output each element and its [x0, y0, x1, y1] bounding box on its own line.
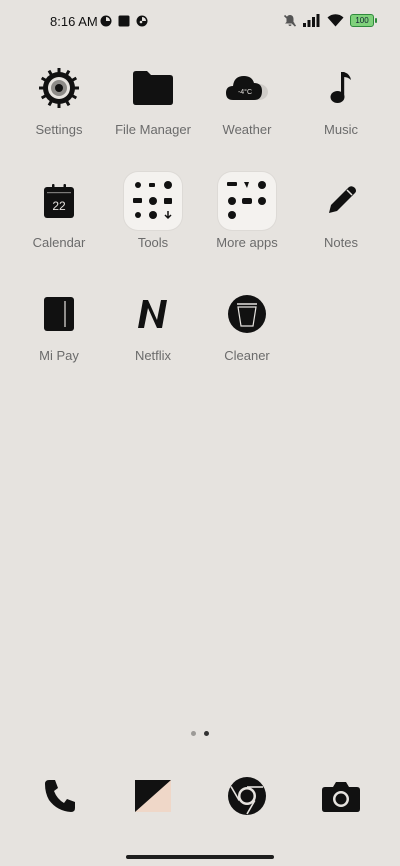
app-label: Music — [324, 122, 358, 137]
app-label: Netflix — [134, 348, 172, 363]
dock-chrome[interactable] — [217, 766, 277, 826]
app-netflix[interactable]: Netflix — [103, 284, 203, 363]
messages-icon — [135, 780, 171, 812]
app-notification-icon — [100, 15, 112, 27]
chrome-icon — [228, 777, 266, 815]
app-settings[interactable]: Settings — [9, 58, 109, 137]
signal-icon — [303, 14, 320, 27]
calendar-day: 22 — [52, 199, 66, 213]
app-label: Mi Pay — [39, 348, 79, 363]
battery-icon: 100 — [350, 14, 377, 27]
app-label: Tools — [137, 235, 169, 250]
app-label: Notes — [324, 235, 358, 250]
mute-icon — [283, 14, 297, 27]
page-dot-active[interactable] — [204, 731, 209, 736]
app-music[interactable]: Music — [291, 58, 391, 137]
dock-camera[interactable] — [311, 766, 371, 826]
system-icons: 100 — [283, 14, 377, 27]
netflix-icon — [138, 300, 167, 328]
app-label: Settings — [35, 122, 83, 137]
folder-more-apps[interactable]: More apps — [197, 171, 297, 250]
app-label: Cleaner — [224, 348, 270, 363]
wifi-icon — [327, 14, 344, 27]
weather-temp: -4°C — [238, 88, 252, 96]
camera-icon — [322, 782, 360, 812]
tools-folder-icon — [124, 172, 182, 230]
pencil-icon — [329, 186, 356, 213]
battery-level: 100 — [355, 15, 369, 25]
trash-bin-icon — [228, 295, 266, 333]
app-mi-pay[interactable]: Mi Pay — [9, 284, 109, 363]
dock-messages[interactable] — [123, 766, 183, 826]
music-note-icon — [330, 72, 351, 103]
home-indicator[interactable] — [126, 855, 274, 859]
app-label: More apps — [216, 235, 278, 250]
app-label: Weather — [222, 122, 272, 137]
wallet-icon — [44, 297, 74, 331]
app-calendar[interactable]: 22 Calendar — [9, 171, 109, 250]
app-notification-icon — [136, 15, 148, 27]
app-label: Calendar — [32, 235, 86, 250]
app-notes[interactable]: Notes — [291, 171, 391, 250]
app-weather[interactable]: -4°C Weather — [197, 58, 297, 137]
notification-icons — [100, 15, 148, 27]
calendar-icon: 22 — [44, 184, 74, 218]
status-time: 8:16 AM — [50, 14, 98, 29]
more-apps-folder-icon — [218, 172, 276, 230]
folder-tools[interactable]: Tools — [103, 171, 203, 250]
gear-icon — [39, 68, 79, 108]
page-indicator[interactable] — [0, 731, 400, 736]
folder-icon — [133, 71, 173, 105]
dock-phone[interactable] — [30, 766, 90, 826]
status-bar: 8:16 AM 100 — [0, 0, 400, 44]
weather-cloud-icon: -4°C — [226, 76, 268, 100]
square-notification-icon — [118, 15, 130, 27]
app-cleaner[interactable]: Cleaner — [197, 284, 297, 363]
page-dot[interactable] — [191, 731, 196, 736]
app-file-manager[interactable]: File Manager — [103, 58, 203, 137]
phone-icon — [45, 780, 75, 812]
app-label: File Manager — [115, 122, 191, 137]
